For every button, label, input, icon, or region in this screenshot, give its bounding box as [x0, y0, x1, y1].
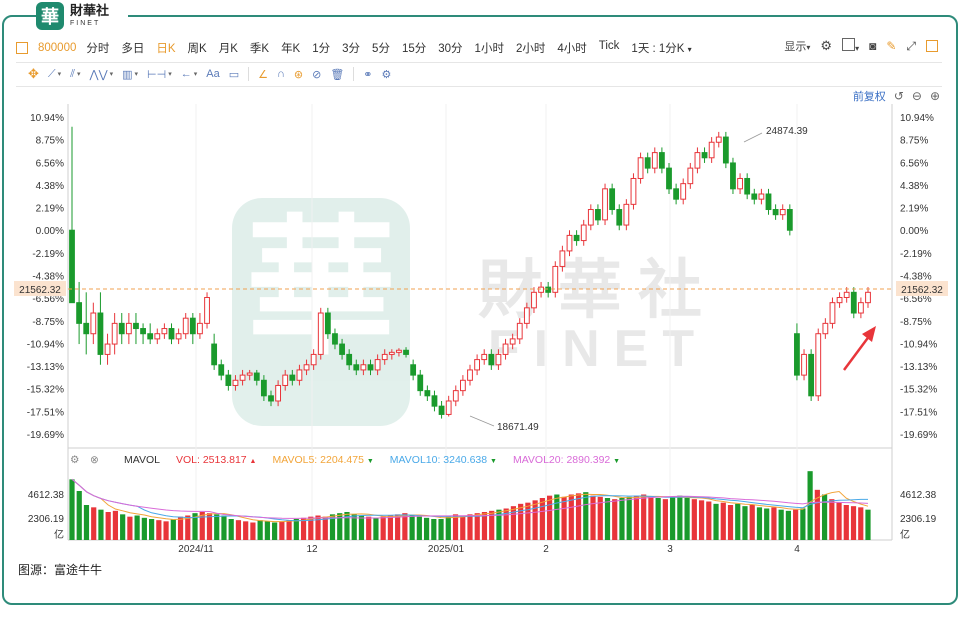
volume-close-icon[interactable]: ⊗ [90, 454, 99, 466]
period-11[interactable]: 30分 [438, 40, 462, 56]
period-0[interactable]: 分时 [86, 40, 109, 56]
logo-badge: 華 [36, 2, 64, 30]
panel-icon[interactable] [926, 40, 938, 52]
adjust-toggle[interactable]: 前复权 [853, 88, 886, 104]
logo-cn: 財華社 [70, 4, 110, 19]
camera-icon[interactable]: ◙ [869, 39, 876, 53]
vol-value: VOL: 2513.817 ▲ [175, 454, 257, 466]
mavol10-value: MAVOL10: 3240.638 ▼ [389, 454, 497, 466]
settings-icon[interactable]: ⚙ [382, 68, 392, 81]
display-dropdown[interactable]: 显示▾ [784, 38, 810, 54]
crosshair-icon[interactable]: ✥ [28, 66, 39, 82]
mavol5-value: MAVOL5: 2204.475 ▼ [272, 454, 374, 466]
volume-legend: ⚙ ⊗ MAVOL VOL: 2513.817 ▲ MAVOL5: 2204.4… [70, 454, 620, 466]
magnet-icon[interactable]: ∩ [277, 68, 285, 80]
period-1[interactable]: 多日 [121, 40, 144, 56]
drawing-toolbar: ✥ ⟋ ▾ ⫽ ▾ ⋀⋁ ▾ ▥ ▾ ⊢⊣ ▾ ← ▾ Aa ▭ ∠ ∩ ⊛ ⊘ 🗑 ⚭ ⚙ [28, 63, 391, 85]
period-3[interactable]: 周K [188, 40, 207, 56]
line-tool-icon[interactable]: ⟋ ▾ [48, 68, 61, 81]
brush-icon[interactable]: ∠ [258, 68, 268, 81]
period-7[interactable]: 1分 [312, 40, 330, 56]
measure-tool-icon[interactable]: ▥ ▾ [122, 68, 138, 81]
expand-icon[interactable]: ⤢ [906, 39, 916, 54]
gear-icon[interactable]: ⚙ [820, 38, 832, 54]
logo-en: FINET [70, 20, 101, 27]
finet-logo: 華 財華社 FINET [36, 0, 128, 32]
period-list: 分时 多日 日K 周K 月K 季K 年K 1分 3分 5分 15分 30分 1小时 2小时 4小时 Tick [86, 40, 631, 56]
checkbox-icon[interactable]: ▾ [842, 38, 859, 54]
compare-icon[interactable]: ⚭ [363, 68, 372, 81]
toolbar-right: 显示▾ ⚙ ▾ ◙ ✎ ⤢ [784, 38, 938, 54]
mavol20-value: MAVOL20: 2890.392 ▼ [512, 454, 621, 466]
period-2[interactable]: 日K [156, 40, 175, 56]
delete-icon[interactable]: 🗑 [330, 68, 344, 81]
mavol-name: MAVOL [124, 454, 160, 466]
volume-settings-icon[interactable]: ⚙ [70, 454, 79, 466]
zoom-out-icon[interactable]: ⊖ [912, 89, 922, 103]
period-13[interactable]: 2小时 [516, 40, 545, 56]
card-frame [2, 15, 958, 605]
period-10[interactable]: 15分 [402, 40, 426, 56]
period-8[interactable]: 3分 [342, 40, 360, 56]
pattern-tool-icon[interactable]: ⋀⋁ ▾ [90, 68, 114, 81]
period-14[interactable]: 4小时 [557, 40, 586, 56]
period-6[interactable]: 年K [281, 40, 300, 56]
zoom-in-icon[interactable]: ⊕ [930, 89, 940, 103]
channel-tool-icon[interactable]: ⫽ ▾ [70, 68, 80, 81]
arrow-tool-icon[interactable]: ← ▾ [181, 68, 198, 80]
note-icon[interactable]: ▭ [229, 68, 239, 81]
interval-selector[interactable]: 1天 : 1分K ▾ [631, 40, 691, 56]
period-12[interactable]: 1小时 [475, 40, 504, 56]
period-toolbar: 800000 分时 多日 日K 周K 月K 季K 年K 1分 3分 5分 15分 30分 1小时 2小时 4… [16, 36, 944, 60]
hide-icon[interactable]: ⊘ [312, 68, 321, 81]
stock-code[interactable]: 800000 [38, 42, 76, 54]
chart-controls: 前复权 ↺ ⊖ ⊕ [853, 88, 940, 104]
undo-icon[interactable]: ↺ [894, 89, 904, 103]
lock-icon[interactable]: ⊛ [294, 68, 303, 81]
drawing-divider [16, 86, 942, 87]
period-5[interactable]: 季K [250, 40, 269, 56]
period-9[interactable]: 5分 [372, 40, 390, 56]
image-source: 图源：富途牛牛 [18, 563, 103, 577]
range-tool-icon[interactable]: ⊢⊣ ▾ [147, 68, 172, 81]
period-4[interactable]: 月K [219, 40, 238, 56]
layout-icon[interactable] [16, 42, 28, 54]
text-tool[interactable]: Aa [206, 68, 219, 80]
period-15[interactable]: Tick [599, 40, 620, 56]
pencil-icon[interactable]: ✎ [886, 39, 896, 53]
